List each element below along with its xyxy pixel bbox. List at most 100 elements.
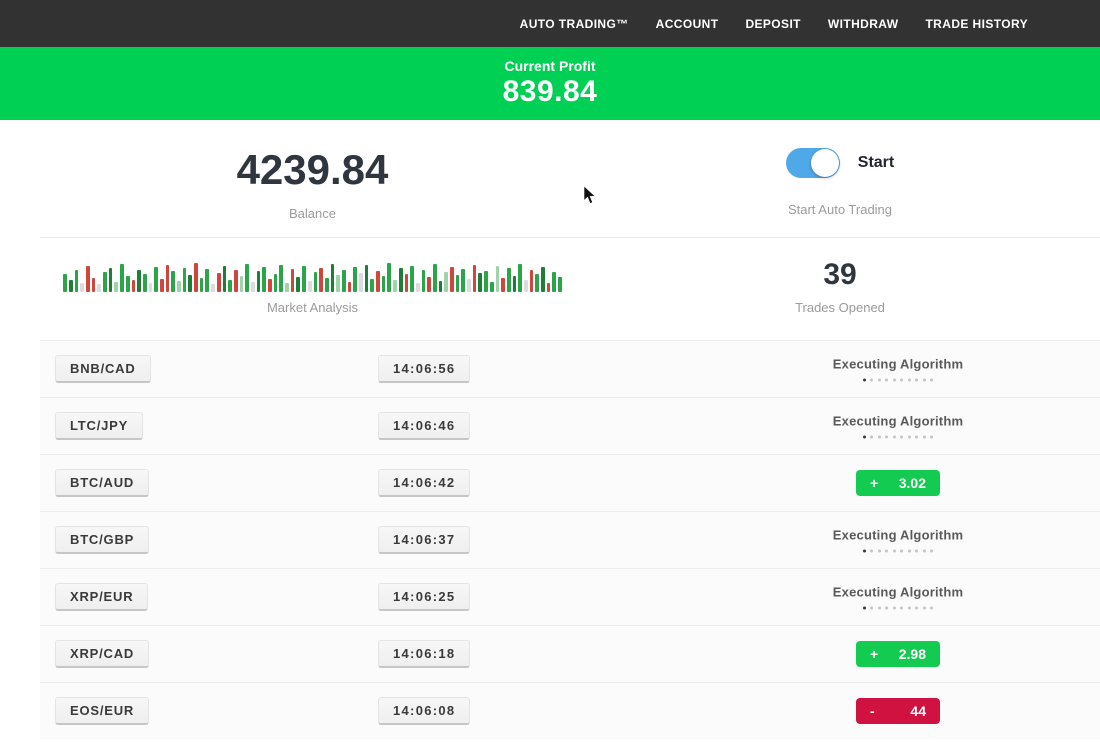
chart-bar: [331, 264, 335, 292]
chart-bar: [524, 280, 528, 292]
market-analysis-chart: [0, 258, 625, 292]
chart-bar: [171, 271, 175, 292]
time-badge: 14:06:46: [378, 412, 470, 440]
chart-bar: [348, 282, 352, 292]
chart-bar: [205, 269, 209, 292]
chart-bar: [535, 274, 539, 292]
trade-status: +2.98: [768, 641, 1028, 667]
time-badge: 14:06:25: [378, 583, 470, 611]
current-profit-label: Current Profit: [505, 58, 596, 74]
trades-opened-value: 39: [625, 258, 1055, 292]
chart-bar: [285, 283, 289, 292]
nav-item-withdraw[interactable]: WITHDRAW: [828, 17, 899, 31]
progress-dot: [885, 436, 888, 439]
progress-dot: [878, 550, 881, 553]
market-analysis-label: Market Analysis: [0, 300, 625, 315]
progress-dot: [900, 550, 903, 553]
time-badge: 14:06:37: [378, 526, 470, 554]
result-sign: +: [870, 475, 878, 491]
chart-bar: [370, 279, 374, 292]
chart-bar: [143, 274, 147, 292]
trades-opened-label: Trades Opened: [625, 300, 1055, 315]
chart-bar: [63, 274, 67, 292]
chart-bar: [103, 272, 107, 292]
chart-bar: [234, 270, 238, 292]
chart-bar: [473, 265, 477, 292]
progress-dot: [893, 379, 896, 382]
trades-list: BNB/CAD14:06:56Executing AlgorithmLTC/JP…: [40, 340, 1100, 739]
chart-bar: [296, 277, 300, 292]
progress-dot: [908, 550, 911, 553]
chart-bar: [461, 269, 465, 292]
executing-algorithm-label: Executing Algorithm: [833, 528, 963, 543]
chart-bar: [97, 284, 101, 292]
chart-bar: [114, 282, 118, 292]
chart-bar: [279, 265, 283, 292]
progress-dot: [908, 436, 911, 439]
trade-status: Executing Algorithm: [768, 528, 1028, 553]
loss-badge: -44: [856, 698, 940, 724]
progress-dot: [915, 436, 918, 439]
progress-dot: [908, 379, 911, 382]
progress-dot: [878, 379, 881, 382]
chart-bar: [456, 275, 460, 292]
balance-block: 4239.84 Balance: [0, 148, 625, 237]
stats-row-top: 4239.84 Balance Start Start Auto Trading: [0, 120, 1100, 237]
result-value: 3.02: [899, 475, 926, 491]
start-toggle-label: Start: [858, 154, 894, 172]
start-toggle[interactable]: [786, 148, 840, 178]
chart-bar: [86, 266, 90, 292]
chart-bar: [109, 268, 113, 292]
chart-bar: [467, 279, 471, 292]
chart-bar: [393, 280, 397, 292]
trades-opened-block: 39 Trades Opened: [625, 258, 1055, 340]
time-badge: 14:06:42: [378, 469, 470, 497]
stats-row-bottom: Market Analysis 39 Trades Opened: [0, 238, 1100, 340]
pair-badge: BNB/CAD: [55, 355, 151, 383]
nav-item-deposit[interactable]: DEPOSIT: [745, 17, 800, 31]
result-value: 44: [910, 703, 926, 719]
trade-row: XRP/EUR14:06:25Executing Algorithm: [40, 568, 1100, 625]
chart-bar: [274, 274, 278, 292]
chart-bar: [302, 266, 306, 292]
progress-dot: [908, 607, 911, 610]
pair-badge: EOS/EUR: [55, 697, 149, 725]
chart-bar: [268, 279, 272, 292]
current-profit-value: 839.84: [503, 75, 598, 109]
chart-bar: [496, 266, 500, 292]
chart-bar: [217, 273, 221, 292]
chart-bar: [75, 270, 79, 292]
nav-item-auto-trading[interactable]: AUTO TRADING™: [520, 17, 629, 31]
progress-dot: [893, 436, 896, 439]
chart-bar: [120, 264, 124, 292]
nav-item-account[interactable]: ACCOUNT: [656, 17, 719, 31]
chart-bar: [80, 283, 84, 292]
trade-row: BTC/AUD14:06:42+3.02: [40, 454, 1100, 511]
chart-bar: [69, 280, 73, 292]
chart-bar: [507, 268, 511, 292]
chart-bar: [478, 273, 482, 292]
trade-row: BTC/GBP 14:06:37 Executing Algorithm: [40, 511, 1100, 568]
progress-dot: [923, 436, 926, 439]
chart-bar: [262, 267, 266, 292]
pair-badge: BTC/GBP: [55, 526, 149, 554]
result-value: 2.98: [899, 646, 926, 662]
chart-bar: [336, 275, 340, 292]
trade-row: EOS/EUR14:06:08-44: [40, 682, 1100, 739]
chart-bar: [137, 270, 141, 292]
chart-bar: [92, 278, 96, 292]
nav-item-trade-history[interactable]: TRADE HISTORY: [925, 17, 1028, 31]
trade-status: Executing Algorithm: [768, 585, 1028, 610]
progress-dots: [863, 436, 934, 439]
progress-dot: [900, 607, 903, 610]
chart-bar: [308, 281, 312, 292]
progress-dot: [870, 436, 873, 439]
progress-dot: [900, 379, 903, 382]
chart-bar: [450, 267, 454, 292]
progress-dot: [923, 379, 926, 382]
progress-dot: [863, 607, 866, 610]
progress-dots: [863, 379, 934, 382]
trade-row: BNB/CAD14:06:56Executing Algorithm: [40, 340, 1100, 397]
trade-status: Executing Algorithm: [768, 414, 1028, 439]
chart-bar: [177, 281, 181, 292]
